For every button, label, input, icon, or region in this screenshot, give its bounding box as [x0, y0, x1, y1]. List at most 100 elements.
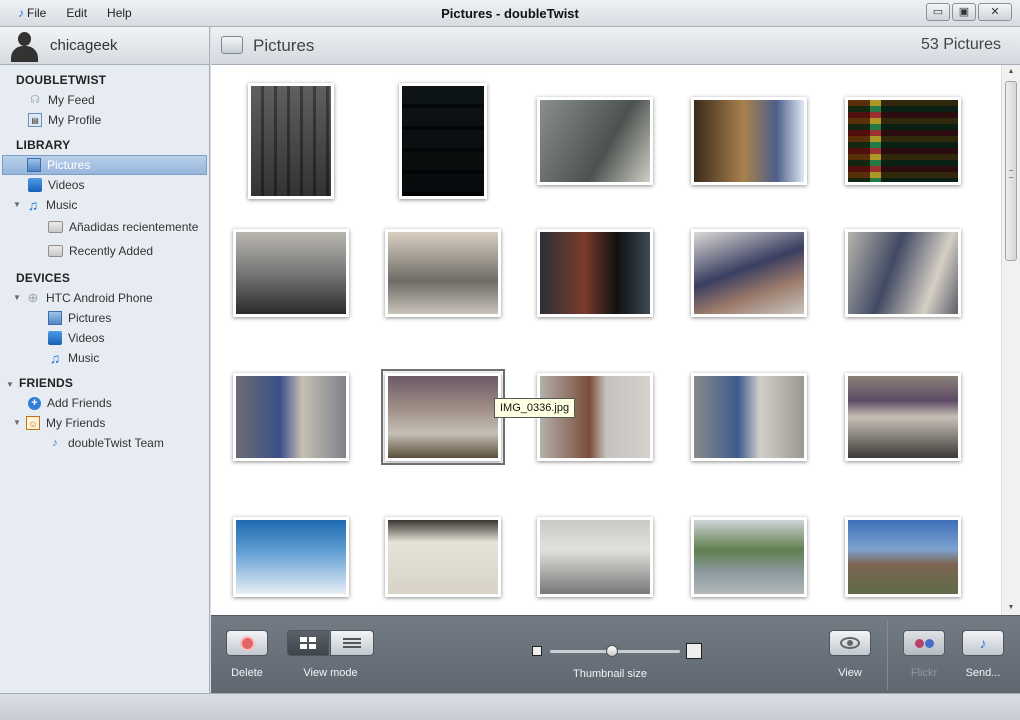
- eye-icon: [840, 637, 860, 649]
- thumbnail-image: [540, 100, 650, 182]
- doubletwist-logo-icon: ♪: [979, 635, 987, 651]
- delete-icon: [239, 635, 255, 651]
- minimize-button[interactable]: ▭: [926, 3, 950, 21]
- picture-thumbnail[interactable]: [845, 373, 961, 461]
- picture-thumbnail[interactable]: [381, 369, 505, 465]
- section-friends-label: FRIENDS: [19, 376, 74, 390]
- thumbnail-image: [694, 232, 804, 314]
- sidebar-item-label: HTC Android Phone: [46, 291, 153, 305]
- section-devices: DEVICES: [16, 271, 71, 285]
- window-title: Pictures - doubleTwist: [441, 6, 579, 21]
- grid-view-icon: [300, 637, 316, 649]
- sidebar-item-pictures[interactable]: Pictures: [2, 155, 207, 175]
- expand-arrow-icon[interactable]: ▼: [13, 195, 23, 215]
- window-controls: ▭ ▣ ✕: [926, 3, 1012, 21]
- sidebar-item-label: Videos: [68, 331, 105, 345]
- picture-thumbnail[interactable]: [691, 517, 807, 597]
- sidebar-item-label: Pictures: [68, 311, 112, 325]
- picture-thumbnail[interactable]: [233, 373, 349, 461]
- picture-thumbnail[interactable]: [233, 517, 349, 597]
- add-icon: +: [28, 396, 41, 410]
- thumbnail-image: [848, 232, 958, 314]
- doubletwist-logo-icon: ♪: [52, 437, 58, 449]
- sidebar-item-device-videos[interactable]: Videos: [0, 328, 209, 348]
- videos-icon: [28, 178, 42, 192]
- sidebar: chicageek DOUBLETWIST ☊ My Feed ▤ My Profi…: [0, 27, 210, 693]
- phone-icon: ⊕: [27, 290, 39, 305]
- small-thumbnail-icon: [532, 646, 542, 656]
- thumbnail-image: [694, 376, 804, 458]
- sidebar-item-doubletwist-team[interactable]: ♪ doubleTwist Team: [0, 433, 209, 453]
- view-label: View: [838, 667, 862, 679]
- view-mode-grid-button[interactable]: [287, 630, 329, 656]
- sidebar-item-music[interactable]: ▼ ♫ Music: [0, 195, 209, 215]
- user-box[interactable]: chicageek: [0, 27, 209, 65]
- title-bar: ♪ File Edit Help Pictures - doubleTwist ▭…: [0, 0, 1020, 27]
- thumbnail-image: [848, 520, 958, 594]
- picture-thumbnail[interactable]: [845, 517, 961, 597]
- scroll-down-arrow-icon[interactable]: ▼: [1002, 601, 1020, 615]
- thumbnail-size-label: Thumbnail size: [573, 668, 647, 680]
- picture-thumbnail[interactable]: [691, 97, 807, 185]
- sidebar-item-label: Add Friends: [47, 396, 112, 410]
- sidebar-item-label: Videos: [48, 178, 85, 192]
- friends-icon: ☺: [26, 416, 40, 430]
- thumbnail-image: [540, 520, 650, 594]
- sidebar-item-videos[interactable]: Videos: [0, 175, 209, 195]
- pictures-icon: [27, 158, 41, 172]
- picture-thumbnail[interactable]: [537, 97, 653, 185]
- restore-button[interactable]: ▣: [952, 3, 976, 21]
- expand-arrow-icon[interactable]: ▼: [13, 413, 23, 433]
- sidebar-item-my-profile[interactable]: ▤ My Profile: [0, 110, 209, 130]
- send-button[interactable]: ♪: [962, 630, 1004, 656]
- picture-thumbnail[interactable]: [691, 373, 807, 461]
- thumbnail-image: [694, 520, 804, 594]
- picture-thumbnail[interactable]: [537, 517, 653, 597]
- music-note-icon: ♫: [49, 350, 61, 366]
- thumbnail-size-slider-knob[interactable]: [606, 645, 619, 657]
- picture-thumbnail[interactable]: [845, 229, 961, 317]
- folder-icon: [48, 245, 63, 257]
- bottom-toolbar: Delete View mode Thumbnail size View Fli…: [211, 615, 1020, 693]
- section-library: LIBRARY: [16, 138, 71, 152]
- close-button[interactable]: ✕: [978, 3, 1012, 21]
- section-friends[interactable]: ▼ FRIENDS: [0, 374, 209, 393]
- picture-thumbnail[interactable]: [233, 229, 349, 317]
- picture-thumbnail[interactable]: [691, 229, 807, 317]
- delete-button[interactable]: [226, 630, 268, 656]
- thumbnail-image: [694, 100, 804, 182]
- sidebar-item-label: Añadidas recientemente: [69, 220, 199, 234]
- sidebar-item-add-friends[interactable]: + Add Friends: [0, 393, 209, 413]
- view-button[interactable]: [829, 630, 871, 656]
- thumbnail-grid: [211, 65, 1001, 615]
- folder-icon: [221, 36, 243, 54]
- expand-arrow-icon[interactable]: ▼: [13, 288, 23, 308]
- sidebar-item-label: My Friends: [46, 416, 106, 430]
- sidebar-item-anadidas-recientemente[interactable]: Añadidas recientemente: [0, 215, 209, 239]
- thumbnail-image: [236, 520, 346, 594]
- picture-thumbnail[interactable]: [399, 83, 487, 199]
- sidebar-item-device-music[interactable]: ♫ Music: [0, 348, 209, 368]
- view-mode-list-button[interactable]: [330, 630, 374, 656]
- section-doubletwist: DOUBLETWIST: [16, 73, 107, 87]
- sidebar-item-recently-added[interactable]: Recently Added: [0, 239, 209, 263]
- scroll-thumb[interactable]: [1005, 81, 1017, 261]
- scroll-up-arrow-icon[interactable]: ▲: [1002, 65, 1020, 79]
- picture-thumbnail[interactable]: [537, 229, 653, 317]
- profile-card-icon: ▤: [28, 113, 42, 127]
- flickr-button[interactable]: [903, 630, 945, 656]
- sidebar-item-label: My Feed: [48, 93, 95, 107]
- picture-thumbnail[interactable]: [845, 97, 961, 185]
- picture-thumbnail[interactable]: [385, 229, 501, 317]
- sidebar-item-my-friends[interactable]: ▼ ☺ My Friends: [0, 413, 209, 433]
- flickr-icon: [914, 638, 934, 648]
- sidebar-item-my-feed[interactable]: ☊ My Feed: [0, 90, 209, 110]
- sidebar-item-htc-android-phone[interactable]: ▼ ⊕ HTC Android Phone: [0, 288, 209, 308]
- list-view-icon: [343, 637, 361, 649]
- picture-thumbnail[interactable]: [385, 517, 501, 597]
- sidebar-item-device-pictures[interactable]: Pictures: [0, 308, 209, 328]
- picture-thumbnail[interactable]: [248, 83, 334, 199]
- expand-arrow-icon[interactable]: ▼: [6, 375, 16, 394]
- large-thumbnail-icon: [686, 643, 702, 659]
- vertical-scrollbar[interactable]: ▲ ▼: [1001, 65, 1020, 615]
